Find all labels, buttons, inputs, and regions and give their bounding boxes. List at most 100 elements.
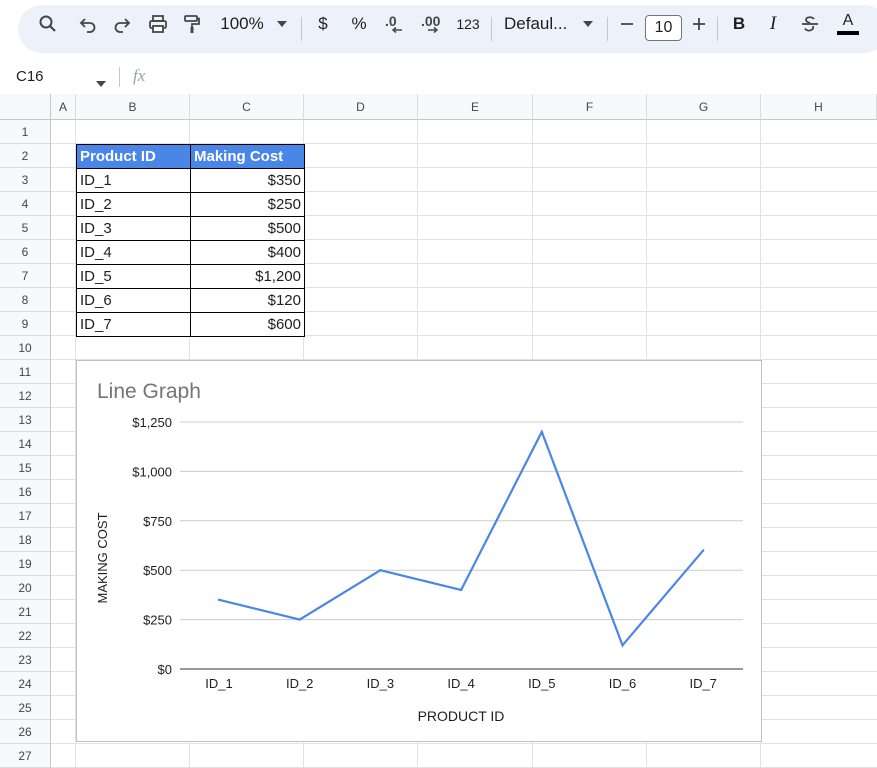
table-cell-making-cost[interactable]: $250 (190, 192, 305, 217)
row-header-11[interactable]: 11 (0, 360, 51, 384)
chart-title: Line Graph (97, 380, 201, 403)
row-header-24[interactable]: 24 (0, 672, 51, 696)
data-point[interactable] (379, 569, 382, 572)
svg-text:.00: .00 (421, 13, 441, 29)
row-header-17[interactable]: 17 (0, 504, 51, 528)
data-point[interactable] (459, 588, 463, 592)
row-header-4[interactable]: 4 (0, 192, 51, 216)
column-header-d[interactable]: D (304, 94, 418, 120)
table-header-product-id[interactable]: Product ID (76, 144, 191, 169)
y-tick-label: $1,250 (132, 415, 172, 430)
row-header-15[interactable]: 15 (0, 456, 51, 480)
zoom-select[interactable]: 100% (218, 5, 266, 43)
toolbar-divider (717, 17, 718, 41)
format-percent-button[interactable]: % (348, 5, 370, 43)
row-header-25[interactable]: 25 (0, 696, 51, 720)
row-header-20[interactable]: 20 (0, 576, 51, 600)
data-point[interactable] (298, 618, 301, 621)
column-header-h[interactable]: H (761, 94, 877, 120)
table-cell-product-id[interactable]: ID_5 (76, 264, 191, 289)
row-header-27[interactable]: 27 (0, 744, 51, 768)
data-point[interactable] (217, 598, 221, 602)
table-cell-making-cost[interactable]: $600 (190, 312, 305, 337)
zoom-dropdown-icon[interactable] (274, 5, 290, 43)
row-header-13[interactable]: 13 (0, 408, 51, 432)
formula-input[interactable] (165, 66, 865, 88)
table-cell-product-id[interactable]: ID_3 (76, 216, 191, 241)
redo-icon[interactable] (110, 5, 134, 43)
y-tick-label: $250 (143, 613, 172, 628)
decrease-decimal-icon[interactable]: .0 (381, 5, 409, 43)
row-header-2[interactable]: 2 (0, 144, 51, 168)
strikethrough-icon[interactable] (798, 5, 822, 43)
text-color-label: A (842, 12, 854, 29)
row-header-3[interactable]: 3 (0, 168, 51, 192)
table-cell-product-id[interactable]: ID_6 (76, 288, 191, 313)
text-color-button[interactable]: A (836, 5, 860, 43)
select-all-corner[interactable] (0, 94, 51, 120)
line-chart[interactable]: Line Graph $0 $250 $500 $750 $1,000 $1,250 ID… (76, 360, 762, 742)
name-box[interactable]: C16 (16, 68, 44, 85)
column-header-g[interactable]: G (647, 94, 761, 120)
row-header-14[interactable]: 14 (0, 432, 51, 456)
row-header-10[interactable]: 10 (0, 336, 51, 360)
row-header-5[interactable]: 5 (0, 216, 51, 240)
font-family-select[interactable]: Defaul... (504, 5, 572, 43)
row-header-16[interactable]: 16 (0, 480, 51, 504)
row-header-6[interactable]: 6 (0, 240, 51, 264)
table-cell-product-id[interactable]: ID_2 (76, 192, 191, 217)
data-point[interactable] (540, 430, 543, 434)
data-point[interactable] (621, 644, 624, 647)
decrease-font-size-icon[interactable] (617, 5, 637, 43)
column-header-b[interactable]: B (76, 94, 190, 120)
bold-button[interactable]: B (729, 5, 749, 43)
increase-font-size-icon[interactable] (689, 5, 709, 43)
row-header-8[interactable]: 8 (0, 288, 51, 312)
column-header-e[interactable]: E (418, 94, 533, 120)
row-header-21[interactable]: 21 (0, 600, 51, 624)
paint-format-icon[interactable] (180, 5, 204, 43)
increase-decimal-icon[interactable]: .00 (418, 5, 448, 43)
row-header-23[interactable]: 23 (0, 648, 51, 672)
column-header-f[interactable]: F (533, 94, 647, 120)
toolbar-divider (491, 17, 492, 41)
table-cell-product-id[interactable]: ID_7 (76, 312, 191, 337)
y-tick-label: $500 (143, 563, 172, 578)
more-formats-button[interactable]: 123 (454, 5, 482, 43)
name-box-dropdown-icon[interactable] (96, 74, 106, 92)
table-cell-making-cost[interactable]: $350 (190, 168, 305, 193)
x-tick-label: ID_6 (609, 676, 636, 691)
table-cell-making-cost[interactable]: $500 (190, 216, 305, 241)
formula-bar: C16 fx (0, 62, 877, 92)
row-header-7[interactable]: 7 (0, 264, 51, 288)
print-icon[interactable] (145, 5, 171, 43)
x-tick-label: ID_2 (286, 676, 313, 691)
column-header-c[interactable]: C (190, 94, 304, 120)
table-header-making-cost[interactable]: Making Cost (190, 144, 305, 169)
row-header-19[interactable]: 19 (0, 552, 51, 576)
series-line-making-cost (218, 429, 705, 648)
row-header-22[interactable]: 22 (0, 624, 51, 648)
undo-icon[interactable] (76, 5, 100, 43)
table-cell-product-id[interactable]: ID_4 (76, 240, 191, 265)
row-header-18[interactable]: 18 (0, 528, 51, 552)
row-header-9[interactable]: 9 (0, 312, 51, 336)
x-tick-label: ID_3 (367, 676, 394, 691)
toolbar-divider (607, 17, 608, 41)
search-menus-icon[interactable] (36, 5, 60, 43)
table-cell-making-cost[interactable]: $120 (190, 288, 305, 313)
table-cell-product-id[interactable]: ID_1 (76, 168, 191, 193)
column-header-a[interactable]: A (51, 94, 76, 120)
table-cell-making-cost[interactable]: $1,200 (190, 264, 305, 289)
font-size-input[interactable]: 10 (645, 15, 682, 41)
font-dropdown-icon[interactable] (580, 5, 596, 43)
row-header-12[interactable]: 12 (0, 384, 51, 408)
data-point[interactable] (702, 549, 705, 552)
table-cell-making-cost[interactable]: $400 (190, 240, 305, 265)
x-axis-title: PRODUCT ID (418, 708, 505, 724)
italic-button[interactable]: I (763, 5, 783, 43)
fx-icon: fx (133, 66, 146, 85)
row-header-26[interactable]: 26 (0, 720, 51, 744)
row-header-1[interactable]: 1 (0, 120, 51, 144)
format-currency-button[interactable]: $ (313, 5, 333, 43)
